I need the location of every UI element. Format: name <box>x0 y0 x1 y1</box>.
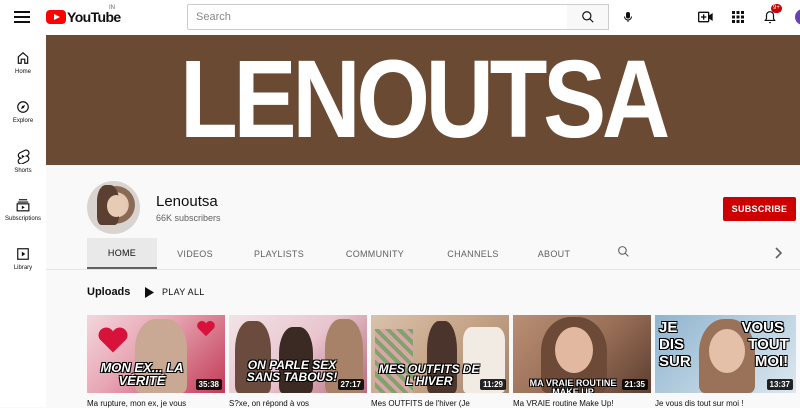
sidebar-item-label: Home <box>14 69 31 75</box>
person-face <box>555 327 593 373</box>
channel-banner: LENOUTSA <box>46 35 800 165</box>
sidebar-item-label: Library <box>13 265 33 271</box>
region-code: IN <box>109 5 115 11</box>
channel-avatar[interactable] <box>87 181 140 234</box>
video-duration: 11:29 <box>479 379 506 390</box>
search-box <box>187 4 568 30</box>
notifications-button[interactable]: 9+ <box>761 4 782 26</box>
video-thumbnail[interactable]: MON EX... LA VÉRITÉ 35:38 <box>87 315 225 393</box>
compass-icon <box>17 101 29 113</box>
subscriber-count: 66K subscribers <box>156 213 221 223</box>
tab-playlists[interactable]: PLAYLISTS <box>233 238 325 269</box>
subscribe-button[interactable]: SUBSCRIBE <box>723 197 796 221</box>
microphone-icon <box>624 12 632 22</box>
video-duration: 21:35 <box>621 379 648 390</box>
search-button[interactable] <box>567 4 609 30</box>
tab-community[interactable]: COMMUNITY <box>325 238 425 269</box>
uploads-heading[interactable]: Uploads <box>87 286 130 298</box>
library-icon <box>17 248 29 260</box>
sidebar-item-home[interactable]: Home <box>0 49 46 89</box>
video-thumbnail[interactable]: MES OUTFITS DE L'HIVER 11:29 <box>371 315 509 393</box>
notification-badge: 9+ <box>771 4 782 13</box>
sidebar-item-subscriptions[interactable]: Subscriptions <box>0 196 46 236</box>
tabs-scroll-right-button[interactable] <box>775 246 783 264</box>
sidebar-item-label: Explore <box>12 118 34 124</box>
play-logo-icon <box>46 10 66 24</box>
video-thumbnail[interactable]: MA VRAIE ROUTINE MAKE UP 21:35 <box>513 315 651 393</box>
thumbnail-overlay-text: ON PARLE SEX SANS TABOUS! <box>246 358 338 384</box>
video-duration: 27:17 <box>337 379 364 390</box>
thumbnail-overlay-text: MA VRAIE ROUTINE MAKE UP <box>529 378 617 394</box>
sidebar-item-label: Subscriptions <box>4 216 42 222</box>
search-input[interactable] <box>188 5 567 29</box>
channel-tabs: HOME VIDEOS PLAYLISTS COMMUNITY CHANNELS… <box>87 238 587 269</box>
apps-grid-icon <box>732 11 744 23</box>
video-duration: 13:37 <box>766 379 793 390</box>
masthead: YouTube IN 9+ <box>0 0 800 35</box>
thumbnail-overlay-text: MON EX... LA VÉRITÉ <box>100 360 184 388</box>
video-duration: 35:38 <box>195 379 222 390</box>
chevron-right-icon <box>775 247 783 259</box>
video-thumbnail[interactable]: ON PARLE SEX SANS TABOUS! 27:17 <box>229 315 367 393</box>
channel-name: Lenoutsa <box>156 193 218 210</box>
thumbnail-overlay-text: JE VOUS DIS TOUT SUR MOI! <box>659 319 789 370</box>
tab-channels[interactable]: CHANNELS <box>425 238 521 269</box>
shorts-icon <box>17 149 30 164</box>
tab-videos[interactable]: VIDEOS <box>157 238 233 269</box>
video-thumbnail[interactable]: JE VOUS DIS TOUT SUR MOI! 13:37 <box>655 315 796 393</box>
play-all-label: PLAY ALL <box>162 287 205 297</box>
heart-icon <box>197 320 215 337</box>
apps-button[interactable] <box>729 8 747 26</box>
play-all-button[interactable]: PLAY ALL <box>145 284 205 300</box>
channel-search-button[interactable] <box>617 245 630 263</box>
section-divider <box>46 269 800 270</box>
tab-home[interactable]: HOME <box>87 238 157 269</box>
search-icon <box>581 11 594 23</box>
heart-icon <box>98 327 128 353</box>
menu-icon[interactable] <box>12 8 32 26</box>
play-icon <box>145 286 154 298</box>
create-button[interactable] <box>697 8 715 26</box>
tab-about[interactable]: ABOUT <box>521 238 587 269</box>
subscriptions-icon <box>16 199 30 212</box>
voice-search-button[interactable] <box>617 6 639 28</box>
create-video-icon <box>698 11 713 23</box>
logo-text: YouTube <box>67 9 121 25</box>
mini-guide: Home Explore Shorts Subscriptions Librar… <box>0 35 46 407</box>
banner-title: LENOUTSA <box>180 38 670 161</box>
account-avatar[interactable] <box>795 9 800 25</box>
sidebar-item-shorts[interactable]: Shorts <box>0 147 46 187</box>
home-icon <box>17 51 29 64</box>
channel-header: Lenoutsa 66K subscribers SUBSCRIBE HOME … <box>46 165 800 269</box>
sidebar-item-explore[interactable]: Explore <box>0 98 46 138</box>
sidebar-item-library[interactable]: Library <box>0 245 46 285</box>
thumbnail-overlay-text: MES OUTFITS DE L'HIVER <box>378 362 480 388</box>
sidebar-item-label: Shorts <box>14 168 32 174</box>
search-icon <box>618 246 629 257</box>
